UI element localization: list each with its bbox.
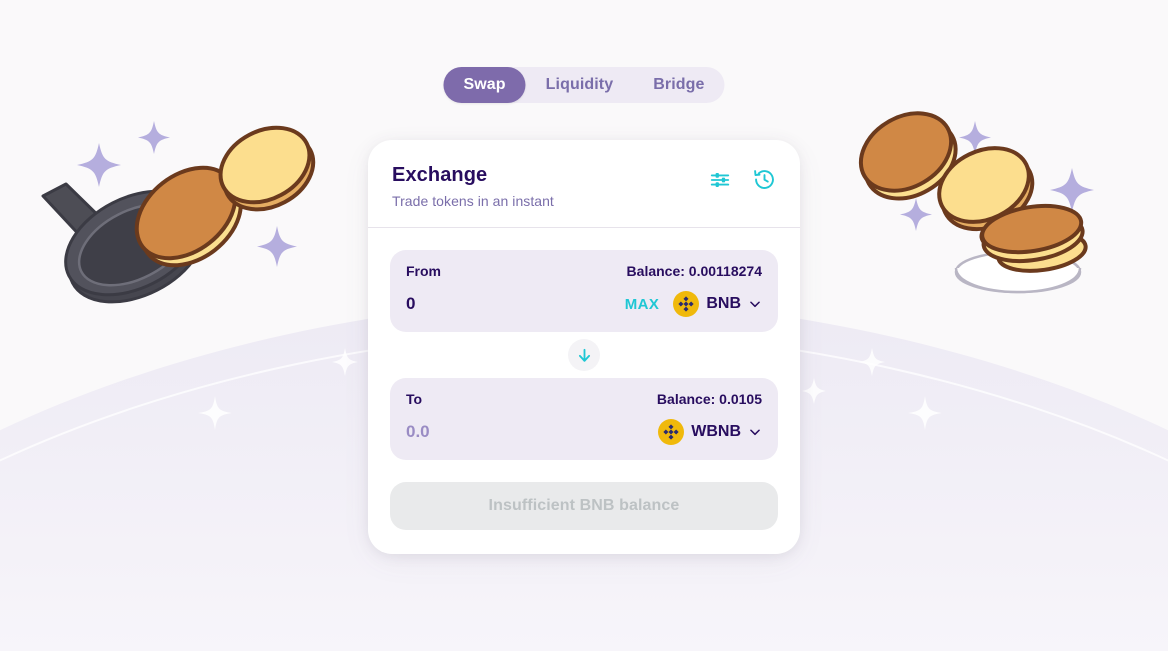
tab-bridge[interactable]: Bridge [633,67,724,103]
binance-coin-icon [658,419,685,445]
chevron-down-icon [750,301,760,308]
arrow-down-icon [578,348,590,362]
pancake-yellow-right [937,146,1035,232]
from-label: From [406,263,441,279]
card-header-text: Exchange Trade tokens in an instant [392,164,554,209]
to-token-symbol: WBNB [691,423,741,440]
to-label: To [406,391,423,407]
from-amount-input[interactable] [406,294,566,314]
tab-swap[interactable]: Swap [443,67,526,103]
switch-tokens-button[interactable] [568,339,600,371]
to-token-select[interactable]: WBNB [658,419,762,445]
main-tab-bar[interactable]: Swap Liquidity Bridge [443,67,725,103]
swap-cta-button[interactable]: Insufficient BNB balance [390,482,778,530]
from-token-select[interactable]: BNB [673,291,762,317]
frying-pan-illustration [41,182,206,304]
to-panel-top-row: To Balance: 0.0105 [406,391,762,407]
to-amount-input[interactable] [406,422,566,442]
binance-coin-icon [673,291,700,317]
max-button[interactable]: MAX [625,296,660,313]
from-token-panel: From Balance: 0.00118274 MAX [390,250,778,332]
history-clock-icon[interactable] [753,168,776,191]
from-panel-bottom-row: MAX BNB [406,291,762,317]
from-panel-top-row: From Balance: 0.00118274 [406,263,762,279]
to-balance: Balance: 0.0105 [656,391,762,407]
to-panel-bottom-row: WBNB [406,419,762,445]
page-subtitle: Trade tokens in an instant [392,193,554,209]
pancake-brown-right [858,111,958,201]
from-token-symbol: BNB [706,295,741,312]
switch-row [390,332,778,378]
page-title: Exchange [392,164,488,186]
pancake-stack-on-plate [954,203,1088,294]
from-balance: Balance: 0.00118274 [626,263,762,279]
card-header: Exchange Trade tokens in an instant [368,140,800,228]
settings-sliders-icon[interactable] [709,169,731,191]
tab-liquidity[interactable]: Liquidity [526,67,634,103]
pancake-flipping-brown [134,165,243,268]
to-panel-controls: WBNB [658,419,762,445]
card-header-actions [709,164,776,191]
pancake-yellow-left [218,125,316,212]
chevron-down-icon [750,429,760,436]
card-body: From Balance: 0.00118274 MAX [368,228,800,554]
to-token-panel: To Balance: 0.0105 0.0 WBNB [390,378,778,460]
from-panel-controls: MAX BNB [625,291,762,317]
exchange-card: Exchange Trade tokens in an instant From… [368,140,800,554]
